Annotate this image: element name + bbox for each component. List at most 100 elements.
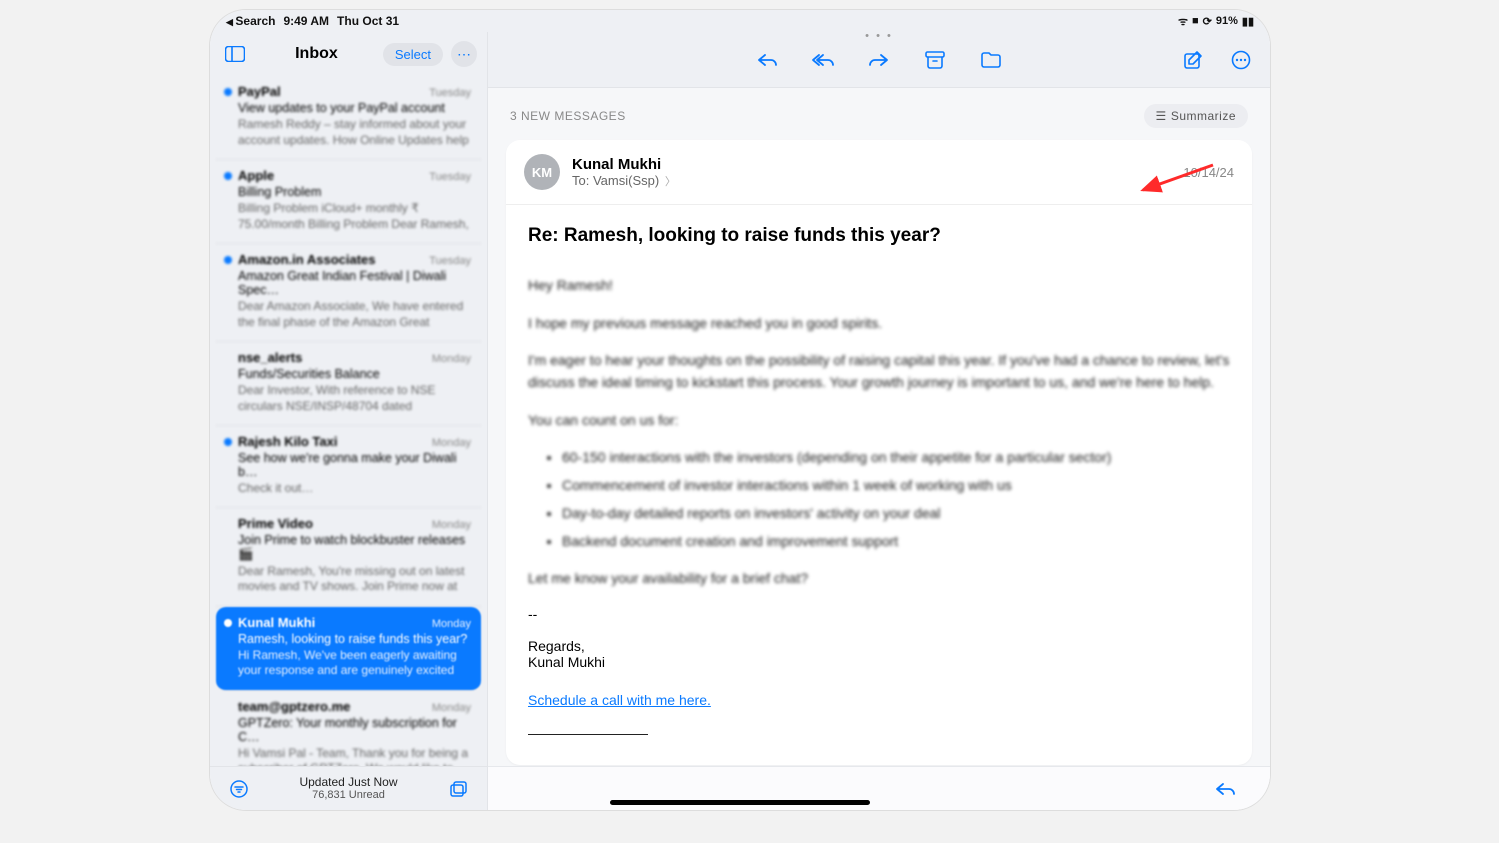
message-item[interactable]: Kunal Mukhi Monday Ramesh, looking to rais… <box>216 607 481 691</box>
email-bullet: Backend document creation and improvemen… <box>562 531 1230 553</box>
message-date: Monday <box>432 437 471 449</box>
back-to-search[interactable]: Search <box>226 14 275 28</box>
sender-avatar: KM <box>524 154 560 190</box>
archive-icon[interactable] <box>920 45 950 75</box>
sender-name[interactable]: Kunal Mukhi <box>572 156 1171 173</box>
message-subject: See how we're gonna make your Diwali b… <box>238 451 471 479</box>
email-card: KM Kunal Mukhi To: Vamsi(Ssp) 〉 10/14/24 <box>506 140 1252 765</box>
message-sender: Prime Video <box>238 516 313 531</box>
unread-count: 76,831 Unread <box>254 789 443 802</box>
message-item[interactable]: team@gptzero.me Monday GPTZero: Your month… <box>216 691 481 766</box>
quick-reply-icon[interactable] <box>1210 774 1240 804</box>
message-date: Monday <box>432 519 471 531</box>
email-bullet: Commencement of investor interactions wi… <box>562 475 1230 497</box>
message-preview: Hi Vamsi Pal - Team, Thank you for being… <box>238 746 471 766</box>
message-item[interactable]: Prime Video Monday Join Prime to watch blo… <box>216 508 481 607</box>
message-date: Monday <box>432 353 471 365</box>
unread-dot-icon <box>224 438 232 446</box>
message-date: Monday <box>432 618 471 630</box>
message-preview: Billing Problem iCloud+ monthly ₹ 75.00/… <box>238 201 471 233</box>
message-item[interactable]: Rajesh Kilo Taxi Monday See how we're gonn… <box>216 426 481 508</box>
recipient-line[interactable]: To: Vamsi(Ssp) 〉 <box>572 173 1171 189</box>
reply-all-icon[interactable] <box>808 45 838 75</box>
forward-icon[interactable] <box>864 45 894 75</box>
home-indicator[interactable] <box>610 800 870 805</box>
sync-status: Updated Just Now <box>254 775 443 789</box>
status-right: ᯤ ■ ⟳ 91% ▮▮ <box>1178 14 1254 29</box>
wifi-icon: ᯤ <box>1178 14 1188 29</box>
message-item[interactable]: Apple Tuesday Billing Problem Billing Probl… <box>216 160 481 244</box>
email-subject: Re: Ramesh, looking to raise funds this … <box>528 225 1230 247</box>
message-sender: Apple <box>238 168 274 183</box>
email-bullet: Day-to-day detailed reports on investors… <box>562 503 1230 525</box>
message-date: Monday <box>432 702 471 714</box>
summarize-icon: ☰ <box>1156 109 1167 123</box>
message-preview: Dear Investor, With reference to NSE cir… <box>238 383 471 415</box>
drag-handle-icon: • • • <box>865 30 893 42</box>
message-subject: Ramesh, looking to raise funds this year… <box>238 632 471 646</box>
status-time: 9:49 AM <box>283 14 329 28</box>
schedule-call-link[interactable]: Schedule a call with me here. <box>528 692 711 708</box>
message-sender: Rajesh Kilo Taxi <box>238 434 337 449</box>
status-date: Thu Oct 31 <box>337 14 399 28</box>
chevron-right-icon: 〉 <box>665 176 676 188</box>
reply-icon[interactable] <box>752 45 782 75</box>
select-button[interactable]: Select <box>383 43 443 66</box>
message-subject: GPTZero: Your monthly subscription for C… <box>238 716 471 744</box>
more-menu-icon[interactable] <box>1226 45 1256 75</box>
sidebar-toggle-icon[interactable] <box>220 39 250 69</box>
battery-percent: 91% <box>1216 15 1238 27</box>
message-item[interactable]: nse_alerts Monday Funds/Securities Balance… <box>216 342 481 426</box>
battery-icon: ▮▮ <box>1242 15 1254 28</box>
message-preview: Dear Ramesh, You're missing out on lates… <box>238 564 471 596</box>
compose-stack-icon[interactable] <box>443 774 473 804</box>
email-bullet: 60-150 interactions with the investors (… <box>562 447 1230 469</box>
unread-dot-icon <box>224 88 232 96</box>
signature-regards: Regards, <box>528 638 1230 654</box>
message-item[interactable]: Amazon.in Associates Tuesday Amazon Great … <box>216 244 481 342</box>
compose-icon[interactable] <box>1178 45 1208 75</box>
message-sender: team@gptzero.me <box>238 699 350 714</box>
mailbox-title: Inbox <box>258 45 375 63</box>
message-item[interactable]: PayPal Tuesday View updates to your PayPal… <box>216 76 481 160</box>
message-preview: Hi Ramesh, We've been eagerly awaiting y… <box>238 648 471 680</box>
content-footer <box>488 766 1270 810</box>
summarize-button[interactable]: ☰ Summarize <box>1144 104 1248 128</box>
to-label: To: <box>572 173 589 188</box>
message-subject: View updates to your PayPal account <box>238 101 471 115</box>
message-sender: PayPal <box>238 84 281 99</box>
filter-icon[interactable] <box>224 774 254 804</box>
message-sender: Kunal Mukhi <box>238 615 315 630</box>
message-content-pane: • • • 3 NEW MESSAGES ☰ <box>488 32 1270 810</box>
message-sender: Amazon.in Associates <box>238 252 376 267</box>
message-subject: Amazon Great Indian Festival | Diwali Sp… <box>238 269 471 297</box>
message-preview: Dear Amazon Associate, We have entered t… <box>238 299 471 331</box>
move-folder-icon[interactable] <box>976 45 1006 75</box>
message-preview: Check it out… <box>238 481 471 497</box>
message-date: Tuesday <box>429 87 471 99</box>
message-subject: Funds/Securities Balance <box>238 367 471 381</box>
email-body-text: Hey Ramesh! I hope my previous message r… <box>528 275 1230 590</box>
signature-name: Kunal Mukhi <box>528 654 1230 670</box>
summarize-label: Summarize <box>1171 109 1236 123</box>
to-value: Vamsi(Ssp) <box>593 173 659 188</box>
status-bar: Search 9:49 AM Thu Oct 31 ᯤ ■ ⟳ 91% ▮▮ <box>210 10 1270 32</box>
content-toolbar: • • • <box>488 32 1270 88</box>
message-date: Tuesday <box>429 171 471 183</box>
unread-dot-icon <box>224 172 232 180</box>
message-sender: nse_alerts <box>238 350 302 365</box>
message-date: Tuesday <box>429 255 471 267</box>
message-preview: Ramesh Reddy – stay informed about your … <box>238 117 471 149</box>
unread-dot-icon <box>224 256 232 264</box>
rotation-lock-icon: ⟳ <box>1203 15 1212 28</box>
more-options-button[interactable]: ⋯ <box>451 41 477 67</box>
new-messages-label: 3 NEW MESSAGES <box>510 109 626 123</box>
lock-icon: ■ <box>1192 15 1199 27</box>
message-subject: Billing Problem <box>238 185 471 199</box>
signature-divider: -- <box>528 606 1230 622</box>
message-subject: Join Prime to watch blockbuster releases… <box>238 533 471 562</box>
email-date: 10/14/24 <box>1183 165 1234 180</box>
message-list-pane: Inbox Select ⋯ PayPal Tuesday View updates… <box>210 32 488 810</box>
message-list[interactable]: PayPal Tuesday View updates to your PayPal… <box>210 76 487 766</box>
signature-rule <box>528 734 648 735</box>
